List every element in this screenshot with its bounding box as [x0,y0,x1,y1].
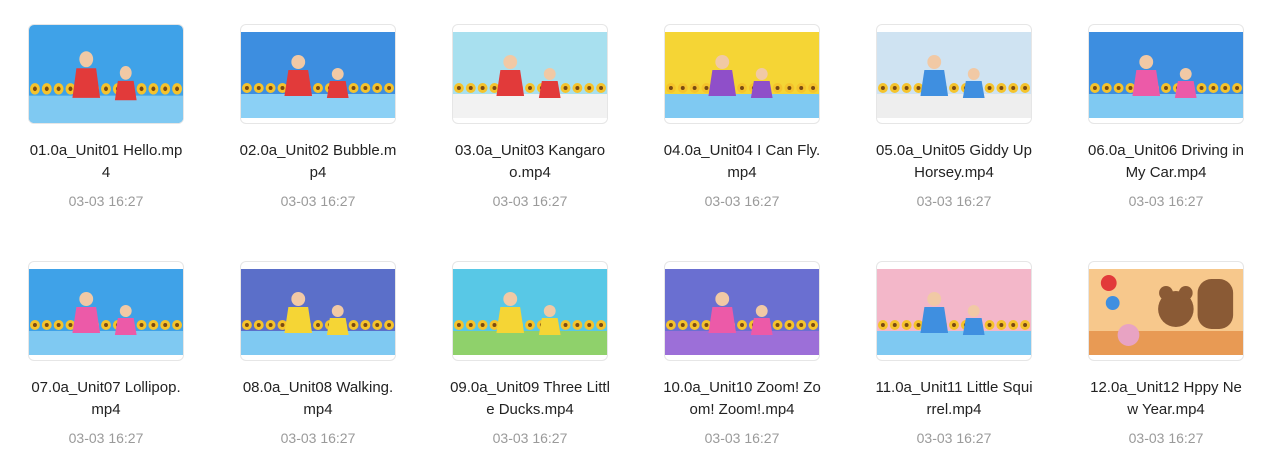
file-modified-time: 03-03 16:27 [1128,193,1204,209]
file-modified-time: 03-03 16:27 [916,430,992,446]
file-modified-time: 03-03 16:27 [280,430,356,446]
file-item[interactable]: 07.0a_Unit07 Lollipop.mp4 03-03 16:27 [0,261,212,447]
thumbnail-image [29,269,183,355]
video-thumbnail[interactable] [664,261,820,361]
file-name[interactable]: 07.0a_Unit07 Lollipop.mp4 [26,377,186,421]
video-thumbnail[interactable] [664,24,820,124]
file-modified-time: 03-03 16:27 [1128,430,1204,446]
thumbnail-image [241,32,395,118]
file-modified-time: 03-03 16:27 [280,193,356,209]
file-modified-time: 03-03 16:27 [492,193,568,209]
file-item[interactable]: 08.0a_Unit08 Walking.mp4 03-03 16:27 [212,261,424,447]
thumbnail-image [877,269,1031,355]
thumbnail-image [453,32,607,118]
video-thumbnail[interactable] [452,24,608,124]
file-modified-time: 03-03 16:27 [704,193,780,209]
thumbnail-image [453,269,607,355]
thumbnail-image [665,32,819,118]
video-thumbnail[interactable] [28,24,184,124]
file-item[interactable]: 02.0a_Unit02 Bubble.mp4 03-03 16:27 [212,24,424,210]
video-thumbnail[interactable] [28,261,184,361]
video-thumbnail[interactable] [240,261,396,361]
file-item[interactable]: 09.0a_Unit09 Three Little Ducks.mp4 03-03… [424,261,636,447]
video-thumbnail[interactable] [876,24,1032,124]
video-thumbnail[interactable] [1088,261,1244,361]
video-thumbnail[interactable] [876,261,1032,361]
video-thumbnail[interactable] [240,24,396,124]
thumbnail-image [877,32,1031,118]
file-name[interactable]: 12.0a_Unit12 Hppy New Year.mp4 [1086,377,1246,421]
file-name[interactable]: 11.0a_Unit11 Little Squirrel.mp4 [874,377,1034,421]
file-modified-time: 03-03 16:27 [492,430,568,446]
file-name[interactable]: 08.0a_Unit08 Walking.mp4 [238,377,398,421]
file-item[interactable]: 04.0a_Unit04 I Can Fly.mp4 03-03 16:27 [636,24,848,210]
file-name[interactable]: 04.0a_Unit04 I Can Fly.mp4 [662,140,822,184]
file-item[interactable]: 10.0a_Unit10 Zoom! Zoom! Zoom!.mp4 03-03 … [636,261,848,447]
file-name[interactable]: 02.0a_Unit02 Bubble.mp4 [238,140,398,184]
file-modified-time: 03-03 16:27 [704,430,780,446]
file-name[interactable]: 06.0a_Unit06 Driving in My Car.mp4 [1086,140,1246,184]
file-item[interactable]: 05.0a_Unit05 Giddy Up Horsey.mp4 03-03 16… [848,24,1060,210]
file-item[interactable]: 12.0a_Unit12 Hppy New Year.mp4 03-03 16:2… [1060,261,1272,447]
file-name[interactable]: 01.0a_Unit01 Hello.mp4 [26,140,186,184]
file-name[interactable]: 09.0a_Unit09 Three Little Ducks.mp4 [450,377,610,421]
file-item[interactable]: 03.0a_Unit03 Kangaroo.mp4 03-03 16:27 [424,24,636,210]
file-grid: 01.0a_Unit01 Hello.mp4 03-03 16:27 02.0a_U… [0,0,1280,451]
file-modified-time: 03-03 16:27 [68,430,144,446]
file-modified-time: 03-03 16:27 [916,193,992,209]
thumbnail-image [1089,269,1243,355]
thumbnail-image [1089,32,1243,118]
file-name[interactable]: 10.0a_Unit10 Zoom! Zoom! Zoom!.mp4 [662,377,822,421]
file-modified-time: 03-03 16:27 [68,193,144,209]
file-item[interactable]: 01.0a_Unit01 Hello.mp4 03-03 16:27 [0,24,212,210]
thumbnail-image [665,269,819,355]
video-thumbnail[interactable] [452,261,608,361]
file-name[interactable]: 03.0a_Unit03 Kangaroo.mp4 [450,140,610,184]
file-name[interactable]: 05.0a_Unit05 Giddy Up Horsey.mp4 [874,140,1034,184]
file-item[interactable]: 06.0a_Unit06 Driving in My Car.mp4 03-03 … [1060,24,1272,210]
thumbnail-image [241,269,395,355]
video-thumbnail[interactable] [1088,24,1244,124]
file-item[interactable]: 11.0a_Unit11 Little Squirrel.mp4 03-03 16… [848,261,1060,447]
thumbnail-image [29,25,183,123]
